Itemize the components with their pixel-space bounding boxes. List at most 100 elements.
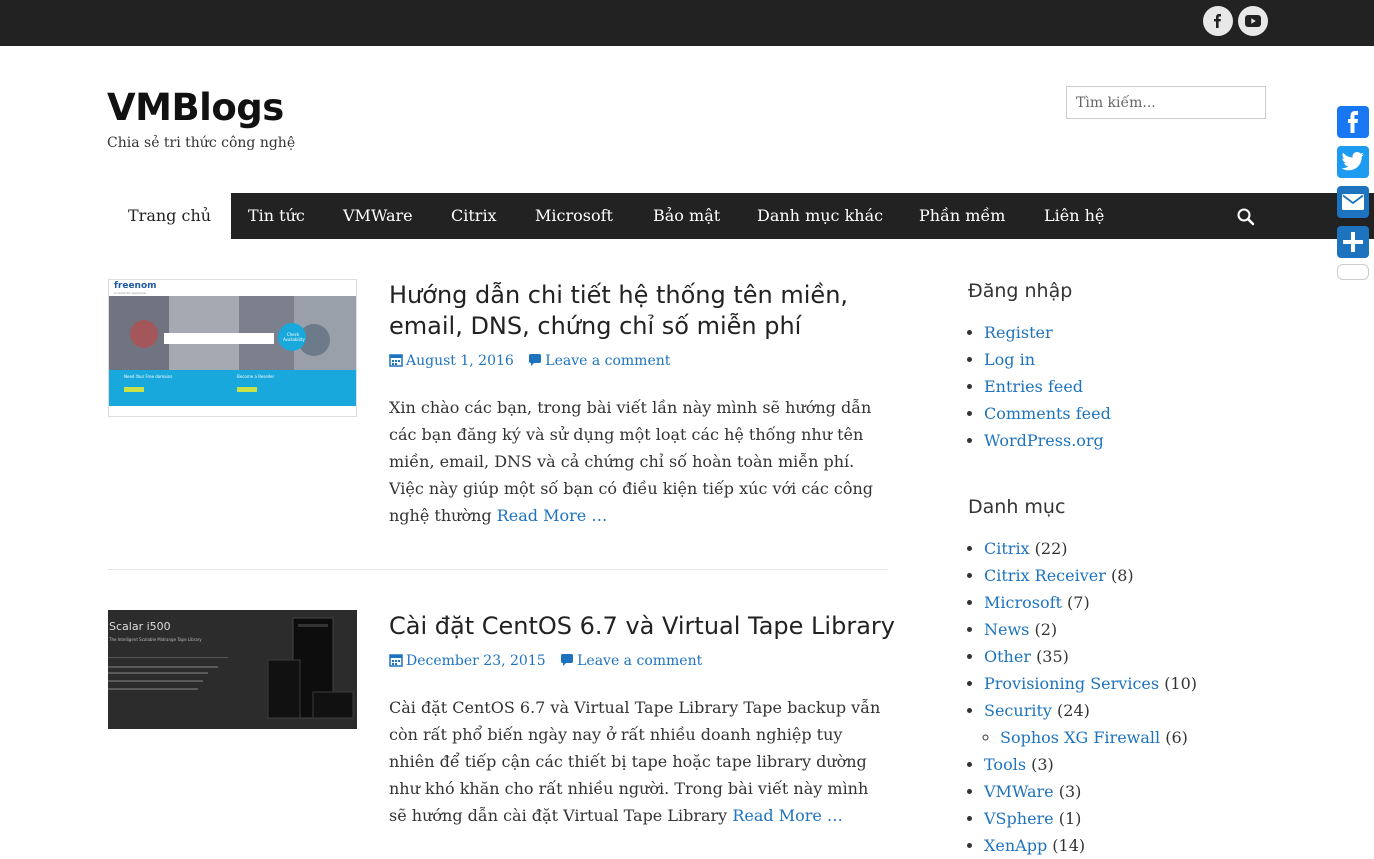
category-list: Citrix (22) Citrix Receiver (8) Microsof… bbox=[968, 535, 1197, 859]
category-item: Citrix Receiver (8) bbox=[984, 562, 1197, 589]
category-link[interactable]: Citrix bbox=[984, 539, 1030, 558]
thumbnail-right-heading: Become a Reseller bbox=[237, 374, 275, 379]
category-count: (3) bbox=[1058, 782, 1082, 801]
post-date[interactable]: December 23, 2015 bbox=[406, 653, 546, 669]
share-email-icon[interactable] bbox=[1337, 186, 1369, 218]
share-twitter-icon[interactable] bbox=[1337, 146, 1369, 178]
post-meta: December 23, 2015 Leave a comment bbox=[389, 653, 702, 669]
category-link[interactable]: Citrix Receiver bbox=[984, 566, 1106, 585]
nav-item-other-categories[interactable]: Danh mục khác bbox=[757, 193, 883, 239]
category-count: (22) bbox=[1034, 539, 1068, 558]
site-tagline: Chia sẻ tri thức công nghệ bbox=[107, 135, 296, 151]
wordpress-org-link[interactable]: WordPress.org bbox=[984, 431, 1104, 450]
nav-item-microsoft[interactable]: Microsoft bbox=[535, 193, 613, 239]
category-link[interactable]: Provisioning Services bbox=[984, 674, 1159, 693]
search-icon[interactable] bbox=[1236, 207, 1256, 227]
thumbnail-heading: Scalar i500 bbox=[109, 620, 171, 633]
category-link[interactable]: XenApp bbox=[984, 836, 1047, 855]
post-excerpt: Cài đặt CentOS 6.7 và Virtual Tape Libra… bbox=[389, 694, 889, 829]
category-item: VMWare (3) bbox=[984, 778, 1197, 805]
calendar-icon bbox=[389, 353, 406, 369]
category-count: (3) bbox=[1031, 755, 1054, 774]
post-thumbnail[interactable]: freenom A name for everyone Check Availa… bbox=[108, 279, 357, 417]
category-link[interactable]: News bbox=[984, 620, 1029, 639]
widget-title-login: Đăng nhập bbox=[968, 280, 1073, 302]
category-item: News (2) bbox=[984, 616, 1197, 643]
category-item: Provisioning Services (10) bbox=[984, 670, 1197, 697]
post-divider bbox=[108, 569, 888, 570]
category-count: (7) bbox=[1067, 593, 1090, 612]
category-item: Other (35) bbox=[984, 643, 1197, 670]
comments-link[interactable]: Leave a comment bbox=[545, 353, 670, 369]
nav-item-citrix[interactable]: Citrix bbox=[451, 193, 497, 239]
entries-feed-link[interactable]: Entries feed bbox=[984, 377, 1083, 396]
category-count: (35) bbox=[1036, 647, 1069, 666]
login-links-list: Register Log in Entries feed Comments fe… bbox=[968, 319, 1111, 454]
category-item: Microsoft (7) bbox=[984, 589, 1197, 616]
category-count: (1) bbox=[1058, 809, 1082, 828]
comment-icon bbox=[528, 353, 545, 369]
share-count-badge bbox=[1337, 264, 1369, 280]
read-more-link[interactable]: Read More … bbox=[732, 806, 843, 825]
calendar-icon bbox=[389, 653, 406, 669]
category-link[interactable]: Sophos XG Firewall bbox=[1000, 728, 1160, 747]
category-item: VSphere (1) bbox=[984, 805, 1197, 832]
category-count: (6) bbox=[1165, 728, 1188, 747]
category-item: Security (24) Sophos XG Firewall (6) bbox=[984, 697, 1197, 751]
comments-link[interactable]: Leave a comment bbox=[577, 653, 702, 669]
post-date[interactable]: August 1, 2016 bbox=[406, 353, 514, 369]
site-title[interactable]: VMBlogs bbox=[107, 86, 284, 129]
post-title-link[interactable]: Cài đặt CentOS 6.7 và Virtual Tape Libra… bbox=[389, 612, 895, 640]
category-item: Citrix (22) bbox=[984, 535, 1197, 562]
post-title[interactable]: Cài đặt CentOS 6.7 và Virtual Tape Libra… bbox=[389, 611, 909, 642]
category-item: XenApp (14) bbox=[984, 832, 1197, 859]
thumbnail-subtitle: A name for everyone bbox=[114, 291, 146, 295]
category-link[interactable]: VMWare bbox=[984, 782, 1054, 801]
subcategory-list: Sophos XG Firewall (6) bbox=[984, 724, 1197, 751]
category-link[interactable]: Tools bbox=[984, 755, 1026, 774]
youtube-icon[interactable] bbox=[1238, 6, 1268, 36]
category-item: Tools (3) bbox=[984, 751, 1197, 778]
top-bar bbox=[0, 0, 1374, 46]
post-thumbnail[interactable]: Scalar i500 The Intelligent Scalable Mid… bbox=[108, 610, 357, 729]
post-title[interactable]: Hướng dẫn chi tiết hệ thống tên miền, em… bbox=[389, 280, 889, 342]
post-excerpt-text: Xin chào các bạn, trong bài viết lần này… bbox=[389, 398, 874, 525]
category-link[interactable]: Security bbox=[984, 701, 1052, 720]
category-count: (8) bbox=[1110, 566, 1134, 585]
thumbnail-logo: freenom bbox=[114, 281, 157, 291]
nav-item-contact[interactable]: Liên hệ bbox=[1044, 193, 1104, 239]
category-item: Sophos XG Firewall (6) bbox=[1000, 724, 1197, 751]
read-more-link[interactable]: Read More … bbox=[497, 506, 608, 525]
list-item: Entries feed bbox=[984, 373, 1111, 400]
facebook-icon[interactable] bbox=[1203, 6, 1233, 36]
post-meta: August 1, 2016 Leave a comment bbox=[389, 353, 670, 369]
category-count: (14) bbox=[1052, 836, 1086, 855]
comments-feed-link[interactable]: Comments feed bbox=[984, 404, 1111, 423]
nav-item-vmware[interactable]: VMWare bbox=[343, 193, 413, 239]
thumbnail-subtitle: The Intelligent Scalable Midrange Tape L… bbox=[109, 637, 202, 642]
list-item: WordPress.org bbox=[984, 427, 1111, 454]
list-item: Register bbox=[984, 319, 1111, 346]
nav-item-security[interactable]: Bảo mật bbox=[653, 193, 720, 239]
category-count: (24) bbox=[1057, 701, 1090, 720]
main-nav: Trang chủ Tin tức VMWare Citrix Microsof… bbox=[108, 193, 1374, 239]
nav-item-news[interactable]: Tin tức bbox=[248, 193, 305, 239]
category-link[interactable]: Microsoft bbox=[984, 593, 1062, 612]
search-input[interactable] bbox=[1066, 86, 1266, 119]
thumbnail-left-heading: Need Your Free domains bbox=[124, 374, 173, 379]
post-title-link[interactable]: Hướng dẫn chi tiết hệ thống tên miền, em… bbox=[389, 281, 848, 340]
nav-item-home[interactable]: Trang chủ bbox=[108, 193, 232, 239]
share-facebook-icon[interactable] bbox=[1337, 106, 1369, 138]
list-item: Log in bbox=[984, 346, 1111, 373]
register-link[interactable]: Register bbox=[984, 323, 1053, 342]
share-more-icon[interactable] bbox=[1337, 226, 1369, 258]
list-item: Comments feed bbox=[984, 400, 1111, 427]
widget-title-categories: Danh mục bbox=[968, 496, 1066, 518]
category-count: (2) bbox=[1034, 620, 1058, 639]
nav-item-software[interactable]: Phần mềm bbox=[919, 193, 1005, 239]
thumbnail-check-label: Check Availability bbox=[283, 332, 305, 342]
post-excerpt: Xin chào các bạn, trong bài viết lần này… bbox=[389, 394, 889, 529]
category-link[interactable]: Other bbox=[984, 647, 1031, 666]
category-link[interactable]: VSphere bbox=[984, 809, 1054, 828]
login-link[interactable]: Log in bbox=[984, 350, 1035, 369]
